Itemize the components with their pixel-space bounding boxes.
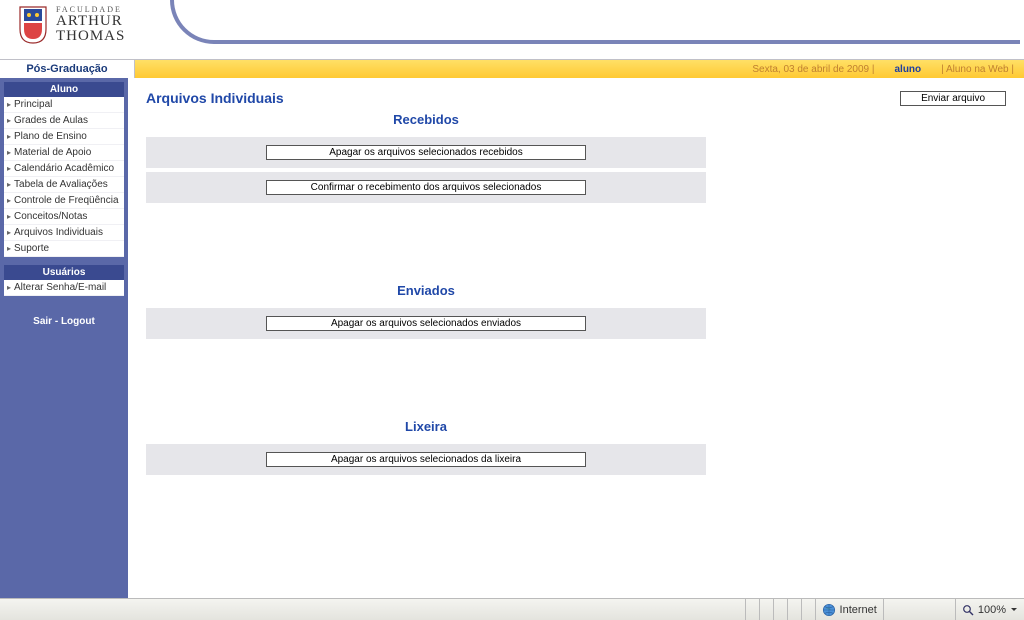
sidebar-item-grades[interactable]: ▸Grades de Aulas (4, 113, 124, 129)
delete-sent-button[interactable]: Apagar os arquivos selecionados enviados (266, 316, 586, 331)
sidebar-item-conceitos[interactable]: ▸Conceitos/Notas (4, 209, 124, 225)
section-title-trash: Lixeira (146, 419, 706, 434)
chevron-right-icon: ▸ (7, 132, 11, 141)
section-title-received: Recebidos (146, 112, 706, 127)
sidebar-item-avaliacoes[interactable]: ▸Tabela de Avaliações (4, 177, 124, 193)
current-date: Sexta, 03 de abril de 2009 | (752, 64, 874, 75)
magnifier-icon (962, 604, 974, 616)
sidebar-item-material[interactable]: ▸Material de Apoio (4, 145, 124, 161)
delete-trash-button[interactable]: Apagar os arquivos selecionados da lixei… (266, 452, 586, 467)
chevron-right-icon: ▸ (7, 148, 11, 157)
chevron-right-icon: ▸ (7, 244, 11, 253)
chevron-right-icon: ▸ (7, 196, 11, 205)
logo-shield-icon (18, 5, 48, 45)
chevron-right-icon: ▸ (7, 212, 11, 221)
confirm-received-button[interactable]: Confirmar o recebimento dos arquivos sel… (266, 180, 586, 195)
user-role: | Aluno na Web | (941, 64, 1024, 75)
logo: FACULDADE ARTHUR THOMAS (18, 5, 125, 45)
status-bar: Internet 100% (0, 598, 1024, 620)
section-label: Pós-Graduação (0, 60, 135, 78)
chevron-right-icon: ▸ (7, 283, 11, 292)
chevron-right-icon: ▸ (7, 164, 11, 173)
sidebar-title-usuarios: Usuários (4, 265, 124, 280)
sidebar-item-calendario[interactable]: ▸Calendário Acadêmico (4, 161, 124, 177)
sidebar-item-alterar-senha[interactable]: ▸Alterar Senha/E-mail (4, 280, 124, 296)
chevron-right-icon: ▸ (7, 116, 11, 125)
header: FACULDADE ARTHUR THOMAS (0, 0, 1024, 60)
chevron-down-icon (1010, 606, 1018, 614)
delete-received-button[interactable]: Apagar os arquivos selecionados recebido… (266, 145, 586, 160)
sidebar-item-frequencia[interactable]: ▸Controle de Freqüência (4, 193, 124, 209)
sidebar-item-suporte[interactable]: ▸Suporte (4, 241, 124, 257)
sidebar: Aluno ▸Principal ▸Grades de Aulas ▸Plano… (0, 78, 128, 598)
section-trash: Lixeira Apagar os arquivos selecionados … (146, 419, 706, 475)
main-content: Arquivos Individuais Enviar arquivo Rece… (128, 78, 1024, 598)
page-title: Arquivos Individuais (146, 90, 284, 106)
breadcrumb-bar: Pós-Graduação Sexta, 03 de abril de 2009… (0, 60, 1024, 78)
chevron-right-icon: ▸ (7, 228, 11, 237)
sidebar-item-plano[interactable]: ▸Plano de Ensino (4, 129, 124, 145)
internet-zone[interactable]: Internet (815, 599, 883, 620)
logout-link[interactable]: Sair - Logout (4, 304, 124, 339)
zoom-control[interactable]: 100% (955, 599, 1024, 620)
section-sent: Enviados Apagar os arquivos selecionados… (146, 283, 706, 339)
sidebar-item-arquivos[interactable]: ▸Arquivos Individuais (4, 225, 124, 241)
section-received: Recebidos Apagar os arquivos selecionado… (146, 112, 706, 203)
sidebar-item-principal[interactable]: ▸Principal (4, 97, 124, 113)
sidebar-title-aluno: Aluno (4, 82, 124, 97)
logo-name-line1: ARTHUR (56, 14, 125, 29)
globe-icon (822, 603, 836, 617)
chevron-right-icon: ▸ (7, 180, 11, 189)
chevron-right-icon: ▸ (7, 100, 11, 109)
logo-name-line2: THOMAS (56, 29, 125, 44)
current-user[interactable]: aluno (874, 64, 941, 75)
internet-zone-label: Internet (840, 604, 877, 616)
section-title-sent: Enviados (146, 283, 706, 298)
upload-file-button[interactable]: Enviar arquivo (900, 91, 1006, 106)
zoom-level: 100% (978, 604, 1006, 616)
